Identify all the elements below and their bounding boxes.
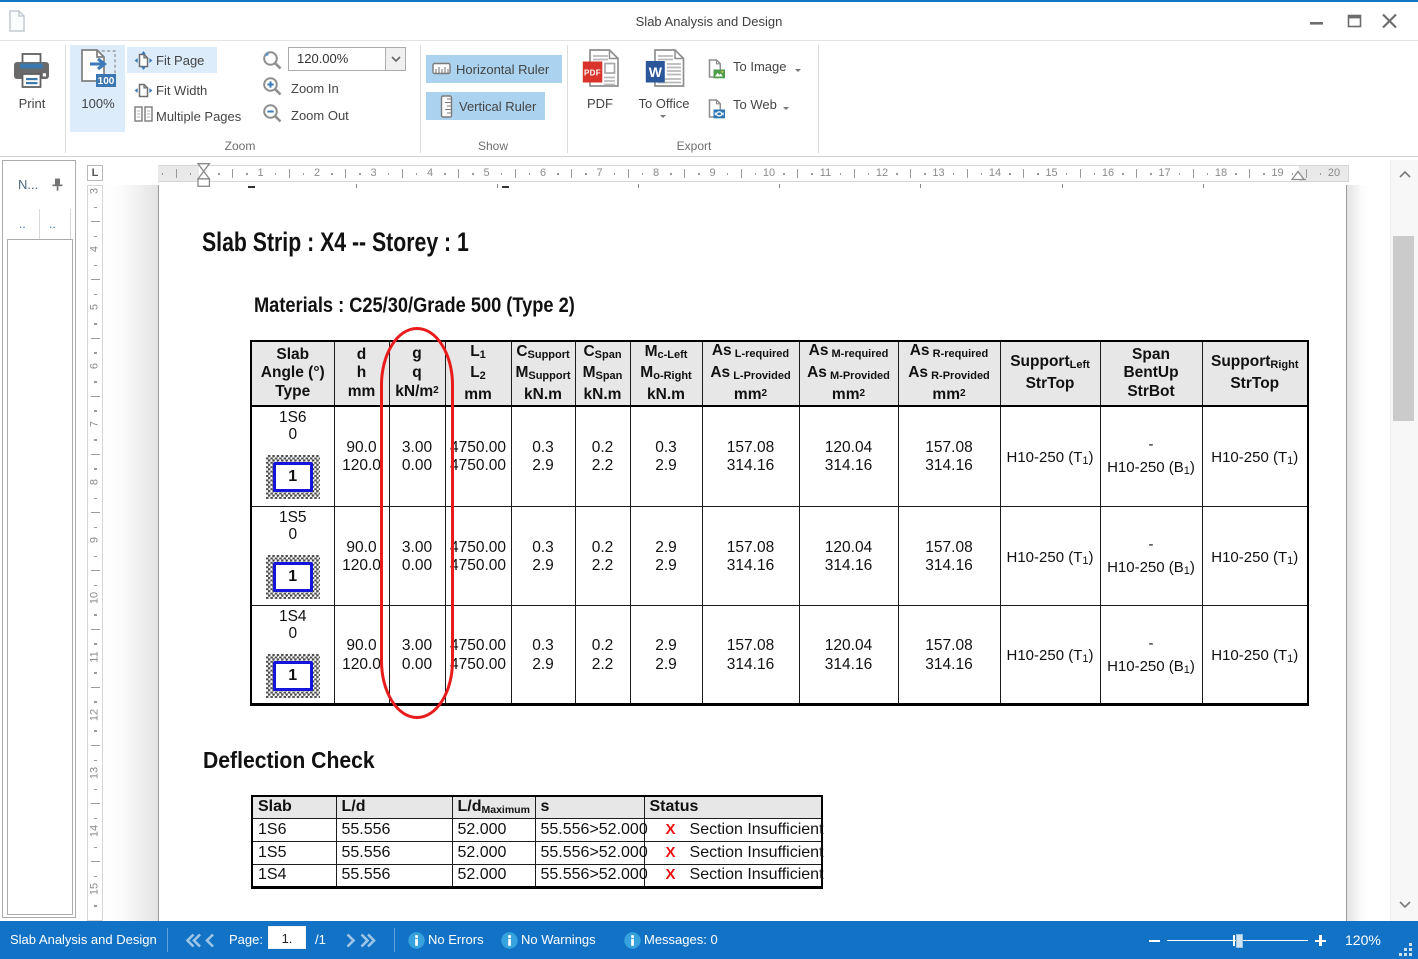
svg-text:W: W [649, 64, 663, 80]
svg-text:PDF: PDF [584, 69, 601, 78]
svg-text:100: 100 [98, 76, 115, 87]
